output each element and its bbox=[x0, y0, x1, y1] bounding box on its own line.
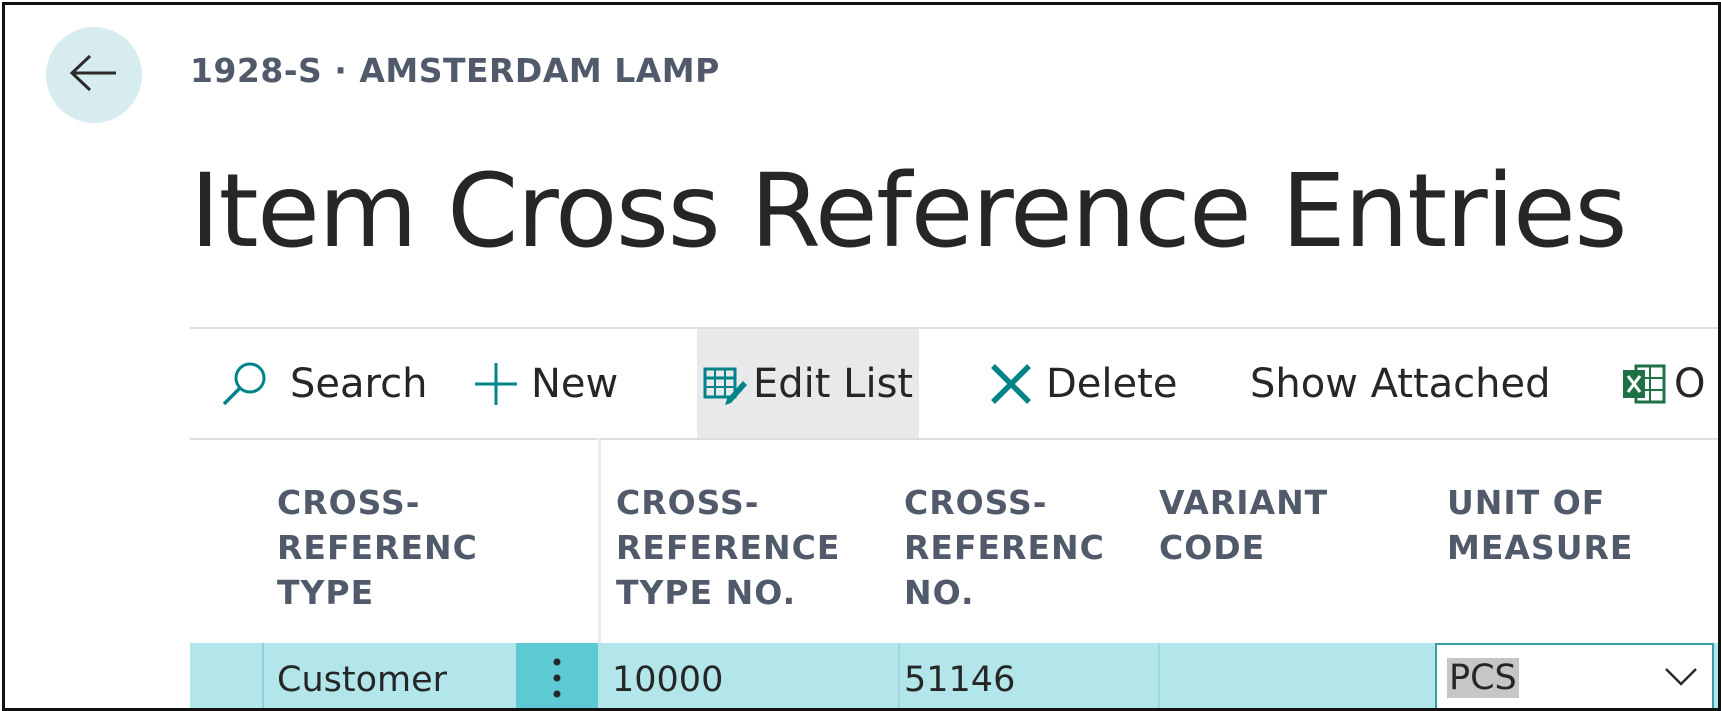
column-header-variant-code[interactable]: VARIANT CODE bbox=[1159, 480, 1379, 570]
more-vertical-icon bbox=[552, 656, 562, 704]
edit-list-icon bbox=[703, 363, 747, 405]
grid-divider bbox=[598, 438, 601, 643]
column-header-cross-reference-type[interactable]: CROSS- REFERENCE TYPE bbox=[277, 480, 477, 615]
grid-header: CROSS- REFERENCE TYPE CROSS- REFERENCE T… bbox=[190, 438, 1718, 643]
search-label: Search bbox=[290, 360, 428, 407]
chevron-down-icon bbox=[1664, 666, 1698, 690]
column-header-cross-reference-type-no[interactable]: CROSS- REFERENCE TYPE NO. bbox=[616, 480, 864, 615]
delete-label: Delete bbox=[1046, 360, 1178, 407]
open-in-excel-button[interactable]: O bbox=[1622, 329, 1705, 438]
new-label: New bbox=[531, 360, 619, 407]
edit-list-button[interactable]: Edit List bbox=[697, 329, 920, 438]
show-attached-button[interactable]: Show Attached bbox=[1250, 329, 1551, 438]
breadcrumb: 1928-S · AMSTERDAM LAMP bbox=[190, 51, 720, 90]
search-button[interactable]: Search bbox=[220, 329, 427, 438]
arrow-left-icon bbox=[69, 53, 119, 97]
close-icon bbox=[990, 363, 1032, 405]
cell-cross-reference-type-no[interactable]: 10000 bbox=[612, 643, 900, 708]
page-title: Item Cross Reference Entries bbox=[190, 152, 1627, 271]
unit-of-measure-value: PCS bbox=[1447, 658, 1519, 698]
row-menu-button[interactable] bbox=[516, 643, 598, 708]
plus-icon bbox=[475, 362, 517, 405]
search-icon bbox=[220, 359, 270, 409]
table-row[interactable]: Customer 10000 51146 PCS bbox=[190, 643, 1718, 708]
column-header-unit-of-measure[interactable]: UNIT OF MEASURE bbox=[1447, 480, 1707, 570]
delete-button[interactable]: Delete bbox=[990, 329, 1177, 438]
row-selector[interactable] bbox=[190, 643, 264, 708]
cell-cross-reference-type[interactable]: Customer bbox=[277, 643, 507, 708]
column-header-cross-reference-no[interactable]: CROSS- REFERENCE NO. bbox=[904, 480, 1104, 615]
show-attached-label: Show Attached bbox=[1250, 360, 1551, 407]
edit-list-label: Edit List bbox=[753, 360, 914, 407]
new-button[interactable]: New bbox=[475, 329, 618, 438]
unit-of-measure-dropdown[interactable]: PCS bbox=[1435, 643, 1714, 708]
cell-cross-reference-no[interactable]: 51146 bbox=[900, 643, 1160, 708]
excel-icon bbox=[1622, 362, 1666, 406]
action-toolbar: Search New Edit List Delete Show Attache… bbox=[190, 327, 1718, 440]
cell-variant-code[interactable] bbox=[1162, 643, 1432, 708]
back-button[interactable] bbox=[46, 27, 142, 123]
page-frame: 1928-S · AMSTERDAM LAMP Item Cross Refer… bbox=[2, 2, 1721, 711]
open-in-excel-label: O bbox=[1674, 360, 1706, 407]
